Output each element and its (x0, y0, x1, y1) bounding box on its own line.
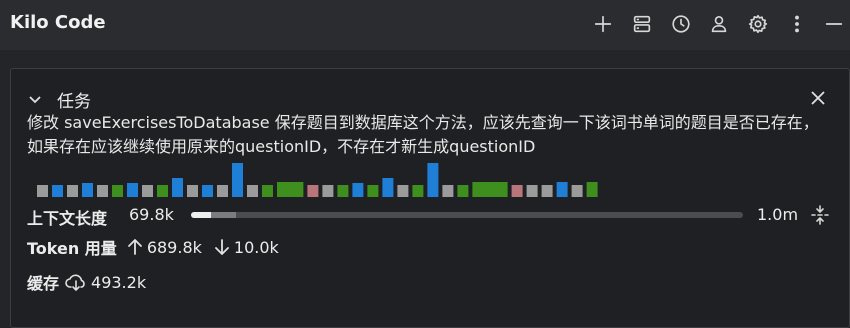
histogram-bar (52, 185, 63, 197)
histogram-bar (82, 183, 93, 197)
histogram-bar (442, 185, 454, 197)
cloud-download-icon (65, 272, 87, 292)
histogram-bar (97, 185, 108, 197)
task-header[interactable]: 任务 (11, 87, 849, 112)
database-icon[interactable] (629, 11, 655, 37)
histogram-bar (307, 185, 319, 197)
task-description: 修改 saveExercisesToDatabase 保存题目到数据库这个方法，… (27, 113, 819, 156)
chevron-down-icon[interactable] (27, 91, 43, 107)
histogram-bar (322, 185, 334, 197)
histogram-bar (337, 185, 349, 197)
histogram-bar (412, 185, 424, 197)
history-icon[interactable] (668, 11, 694, 37)
context-histogram (37, 163, 598, 197)
histogram-bar (247, 185, 258, 197)
context-cached-fill (211, 212, 237, 218)
histogram-bar (37, 185, 48, 197)
context-length-row: 上下文长度 69.8k 1.0m (27, 203, 837, 228)
histogram-bar (202, 185, 213, 197)
tokens-up-value: 689.8k (146, 237, 202, 257)
histogram-bar (142, 185, 153, 197)
histogram-bar (172, 178, 183, 197)
histogram-bar (187, 185, 198, 197)
minimize-icon[interactable] (821, 11, 847, 37)
histogram-bar (586, 182, 598, 197)
context-length-value: 69.8k (129, 205, 174, 224)
histogram-bar (472, 182, 508, 197)
arrow-up-icon (127, 238, 143, 256)
histogram-bar (67, 185, 78, 197)
context-used-fill (191, 212, 212, 218)
cache-row: 缓存 493.2k (27, 270, 146, 294)
tokens-down-value: 10.0k (233, 237, 279, 257)
histogram-bar (541, 185, 553, 197)
app-title: Kilo Code (10, 12, 106, 33)
histogram-bar (232, 163, 243, 197)
token-usage-label: Token 用量 (27, 239, 117, 258)
histogram-bar (367, 185, 379, 197)
context-max-value: 1.0m (757, 205, 799, 224)
gear-icon[interactable] (745, 11, 771, 37)
histogram-bar (427, 163, 439, 197)
histogram-bar (157, 185, 168, 197)
task-label: 任务 (57, 92, 91, 112)
more-vertical-icon[interactable] (784, 11, 810, 37)
histogram-bar (277, 182, 304, 197)
cache-value: 493.2k (91, 272, 147, 292)
histogram-bar (127, 183, 138, 197)
token-usage-row: Token 用量 689.8k 10.0k (27, 235, 291, 259)
close-icon[interactable] (809, 89, 827, 107)
plus-icon[interactable] (590, 11, 616, 37)
histogram-bar (511, 185, 523, 197)
title-bar: Kilo Code (0, 0, 850, 50)
histogram-bar (571, 185, 583, 197)
histogram-bar (382, 178, 394, 197)
histogram-bar (397, 185, 409, 197)
account-icon[interactable] (706, 11, 732, 37)
histogram-bar (556, 182, 568, 197)
histogram-bar (217, 185, 228, 197)
cache-label: 缓存 (27, 274, 60, 293)
compress-context-icon[interactable] (809, 204, 831, 226)
histogram-bar (457, 185, 469, 197)
task-panel: 任务 修改 saveExercisesToDatabase 保存题目到数据库这个… (10, 68, 850, 328)
context-length-label: 上下文长度 (27, 209, 108, 228)
arrow-down-icon (214, 238, 230, 256)
histogram-bar (112, 185, 123, 197)
histogram-bar (262, 185, 273, 197)
context-progress-bar (191, 212, 743, 218)
histogram-bar (352, 183, 364, 197)
histogram-bar (526, 185, 538, 197)
